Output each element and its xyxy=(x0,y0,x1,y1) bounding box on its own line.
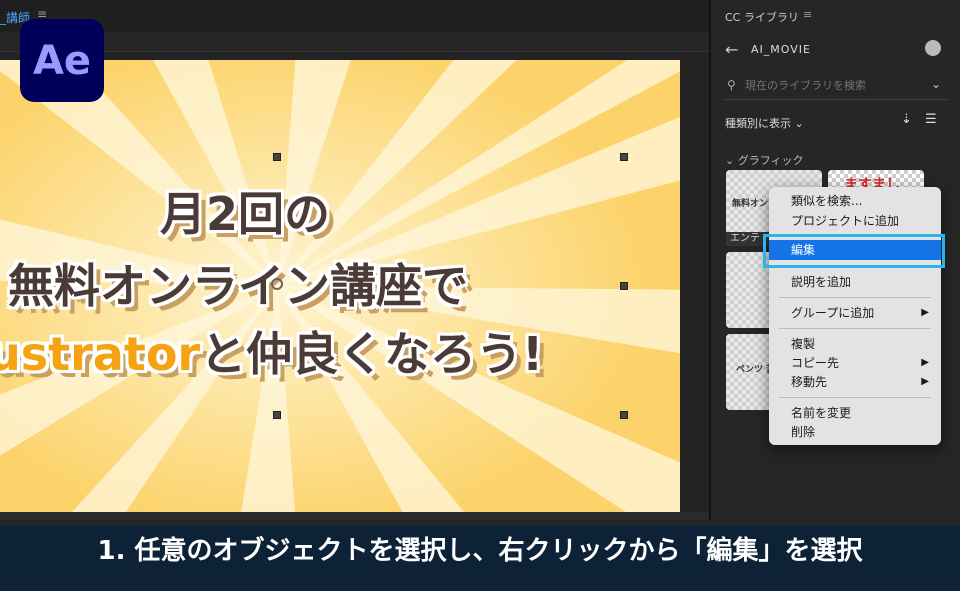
menu-item-label: 説明を追加 xyxy=(791,275,852,289)
menu-item-delete[interactable]: 削除 xyxy=(769,422,941,442)
menu-item-find-similar[interactable]: 類似を検索... xyxy=(769,191,941,211)
panel-title[interactable]: CC ライブラリ xyxy=(725,9,799,25)
instruction-caption: 1. 任意のオブジェクトを選択し、右クリックから「編集」を選択 xyxy=(97,536,863,566)
transform-handle[interactable] xyxy=(620,411,628,419)
panel-menu-icon[interactable]: ≡ xyxy=(803,8,812,21)
menu-item-duplicate[interactable]: 複製 xyxy=(769,334,941,354)
menu-item-add-to-group[interactable]: グループに追加 ▶ xyxy=(769,303,941,323)
composition-toolbar xyxy=(0,512,709,520)
menu-item-label: コピー先 xyxy=(791,356,840,370)
menu-item-copy-to[interactable]: コピー先 ▶ xyxy=(769,353,941,373)
composition-canvas[interactable]: 月2回の 無料オンライン講座で ustratorと仲良くなろう! xyxy=(0,60,680,512)
transform-handle[interactable] xyxy=(273,153,281,161)
title-line-1: 月2回の xyxy=(160,187,331,241)
menu-separator xyxy=(779,397,931,398)
title-line-2: 無料オンライン講座で xyxy=(8,259,468,313)
search-icon: ⚲ xyxy=(727,78,736,92)
edit-highlight-box xyxy=(763,234,945,268)
back-arrow-icon[interactable]: ← xyxy=(725,40,738,59)
after-effects-logo: Ae xyxy=(20,19,104,102)
submenu-arrow-icon: ▶ xyxy=(921,357,929,368)
anchor-point-icon[interactable] xyxy=(271,278,283,290)
footer-strip xyxy=(0,520,960,526)
submenu-arrow-icon: ▶ xyxy=(921,376,929,387)
view-by-type-select[interactable]: 種類別に表示 ⌄ xyxy=(725,115,804,131)
list-view-icon[interactable]: ☰ xyxy=(925,112,937,127)
chevron-down-icon[interactable]: ⌄ xyxy=(931,77,941,91)
transform-handle[interactable] xyxy=(620,153,628,161)
menu-separator xyxy=(779,328,931,329)
graphics-section-header[interactable]: ⌄ グラフィック xyxy=(725,152,804,168)
menu-item-label: 削除 xyxy=(791,425,816,439)
instruction-banner: 1. 任意のオブジェクトを選択し、右クリックから「編集」を選択 xyxy=(0,520,960,591)
menu-item-label: プロジェクトに追加 xyxy=(791,214,900,228)
menu-item-add-to-project[interactable]: プロジェクトに追加 xyxy=(769,211,941,229)
menu-item-label: 複製 xyxy=(791,337,816,351)
transform-handle[interactable] xyxy=(273,411,281,419)
search-bar: ⚲ ⌄ xyxy=(725,72,947,100)
title-line-3: ustratorと仲良くなろう! xyxy=(0,318,543,384)
title-line-3-rest: と仲良くなろう! xyxy=(200,327,544,381)
menu-item-label: 名前を変更 xyxy=(791,406,852,420)
title-line-3-orange: ustrator xyxy=(0,327,201,381)
composition-tab-bar: _講師 ≡ xyxy=(0,0,709,32)
transform-handle[interactable] xyxy=(620,282,628,290)
library-name: AI_MOVIE xyxy=(751,43,811,56)
menu-item-rename[interactable]: 名前を変更 xyxy=(769,403,941,423)
user-add-icon[interactable] xyxy=(925,40,941,56)
screen: _講師 ≡ 月2回の 無料オンライン講座で ustratorと仲良くなろう! A… xyxy=(0,0,960,591)
search-input[interactable] xyxy=(745,79,925,92)
menu-item-add-description[interactable]: 説明を追加 xyxy=(769,272,941,292)
context-menu: 類似を検索... プロジェクトに追加 編集 説明を追加 グループに追加 ▶ 複製 … xyxy=(769,187,941,445)
menu-item-move-to[interactable]: 移動先 ▶ xyxy=(769,372,941,392)
menu-item-label: 移動先 xyxy=(791,375,828,389)
composition-panel: _講師 ≡ 月2回の 無料オンライン講座で ustratorと仲良くなろう! xyxy=(0,0,709,520)
composition-subbar xyxy=(0,32,709,52)
menu-item-label: 類似を検索... xyxy=(791,194,863,208)
sort-icon[interactable]: ⇣ xyxy=(901,112,912,127)
menu-separator xyxy=(779,297,931,298)
submenu-arrow-icon: ▶ xyxy=(921,307,929,318)
menu-item-label: グループに追加 xyxy=(791,306,875,320)
